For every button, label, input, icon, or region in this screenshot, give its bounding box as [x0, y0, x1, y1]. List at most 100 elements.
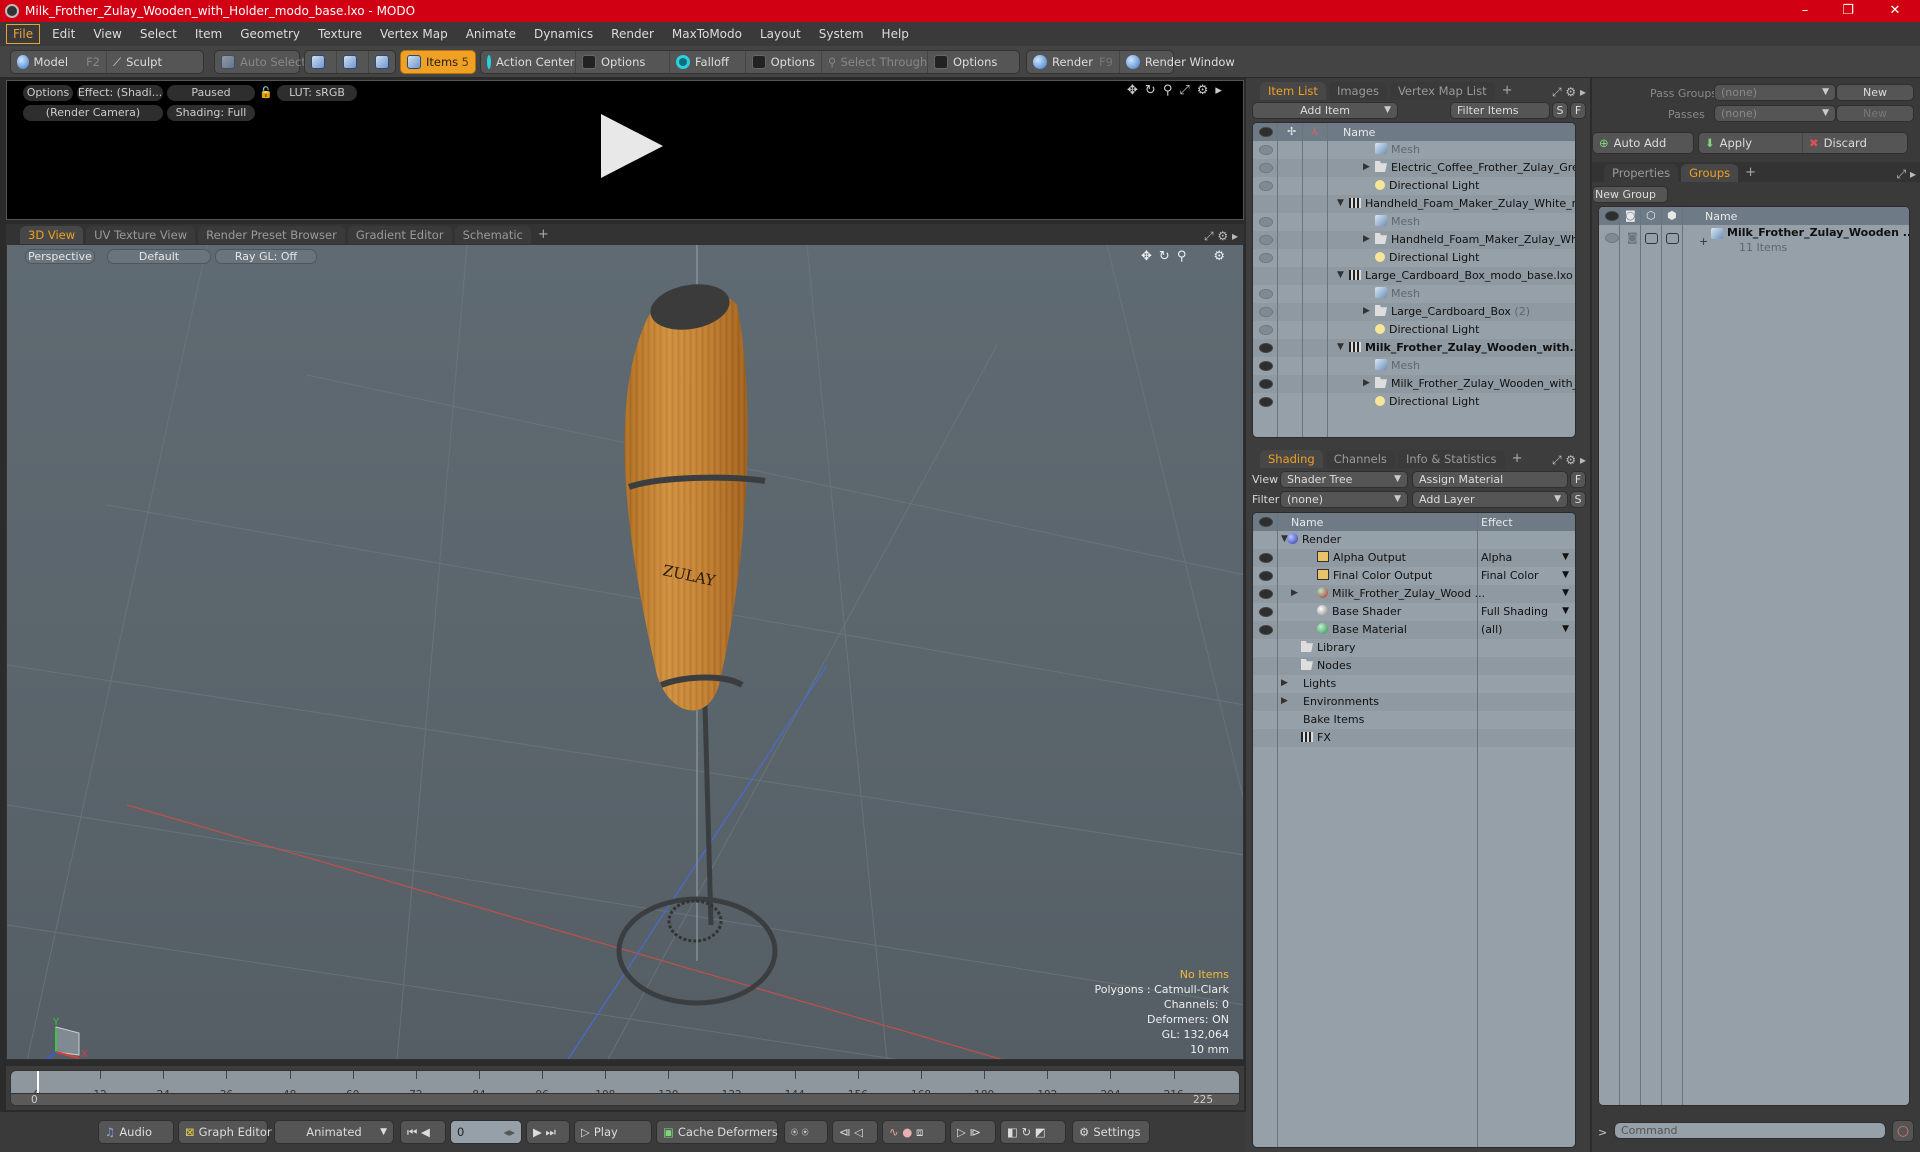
action-center-options-button[interactable]: Options [576, 51, 670, 73]
next-key-buttons[interactable]: ▷ ⧐ [950, 1120, 996, 1144]
model-mode-button[interactable]: Model F2 [11, 51, 107, 73]
lut-dropdown[interactable]: LUT: sRGB [277, 85, 357, 101]
assign-material-button[interactable]: Assign Material [1412, 471, 1568, 488]
f-button[interactable]: F [1570, 102, 1586, 119]
discard-button[interactable]: ✖ Discard [1803, 136, 1867, 150]
expand-arrow-icon[interactable]: ▶ [1363, 306, 1370, 316]
vertices-mode-button[interactable] [305, 51, 337, 73]
render-window-button[interactable]: Render Window [1120, 51, 1241, 73]
loop-buttons[interactable]: ◧ ↻ ◩ [1000, 1120, 1066, 1144]
pass-groups-dropdown[interactable]: (none) ▼ [1714, 84, 1836, 101]
visibility-toggle[interactable] [1259, 307, 1273, 317]
shader-row[interactable]: Final Color Output Final Color ▼ [1253, 567, 1575, 585]
expand-arrow-icon[interactable]: ▶ [1281, 696, 1288, 706]
camera-dropdown[interactable]: (Render Camera) [23, 105, 163, 121]
locator-column-icon[interactable]: ⅄ [1311, 125, 1318, 138]
prev-key-icon[interactable]: ⧏ [839, 1125, 851, 1139]
record-icon[interactable]: ● [902, 1125, 912, 1139]
name-column-header[interactable]: Name [1291, 516, 1323, 529]
orbit-icon[interactable]: ↻ [1159, 249, 1170, 264]
animated-dropdown[interactable]: Animated ▼ [274, 1120, 394, 1144]
visibility-toggle[interactable] [1259, 589, 1273, 599]
visibility-toggle[interactable] [1259, 253, 1273, 263]
visibility-toggle[interactable] [1259, 571, 1273, 581]
visibility-toggle[interactable] [1259, 379, 1273, 389]
frame-input[interactable]: 0 ◂▸ [450, 1120, 522, 1144]
maximize-button[interactable]: ❐ [1828, 0, 1868, 22]
select-through-options-button[interactable]: Options [928, 51, 1003, 73]
play-preview-button[interactable] [601, 114, 663, 178]
lock-icon[interactable]: 🔓 [259, 85, 273, 101]
shader-row[interactable]: Bake Items [1253, 711, 1575, 729]
tab-info-statistics[interactable]: Info & Statistics [1397, 450, 1505, 468]
menu-edit[interactable]: Edit [46, 25, 81, 43]
shader-row[interactable]: Base Material (all) ▼ [1253, 621, 1575, 639]
expand-arrow-icon[interactable]: ▶ [1281, 678, 1288, 688]
tab-groups[interactable]: Groups [1681, 164, 1739, 182]
jump-end-buttons[interactable]: ▶ ⏭ [526, 1120, 570, 1144]
render-column-icon[interactable]: ◙ [1625, 209, 1636, 222]
key-down-icon[interactable]: ⍟ [802, 1125, 809, 1140]
menu-item[interactable]: Item [189, 25, 228, 43]
add-layer-dropdown[interactable]: Add Layer ▼ [1412, 491, 1568, 508]
falloff-button[interactable]: Falloff [670, 51, 746, 73]
shader-row[interactable]: Library [1253, 639, 1575, 657]
s-button[interactable]: S [1570, 491, 1586, 508]
preview-options-button[interactable]: Options [23, 85, 73, 101]
items-mode-button[interactable]: Items 5 [400, 50, 476, 74]
viewport-gear-icon[interactable]: ⚙ [1213, 249, 1225, 264]
visibility-toggle[interactable] [1259, 361, 1273, 371]
shader-row[interactable]: ▶ Lights [1253, 675, 1575, 693]
tab-channels[interactable]: Channels [1325, 450, 1395, 468]
close-button[interactable]: ✕ [1875, 0, 1915, 22]
panel-controls[interactable]: ⤢ ⚙ ▸ [1552, 85, 1590, 100]
filter-dropdown[interactable]: (none) ▼ [1280, 491, 1408, 508]
square-key-icon[interactable]: ◩ [1035, 1125, 1046, 1139]
chevron-down-icon[interactable]: ▼ [1562, 552, 1569, 562]
cube-key-icon[interactable]: ◧ [1007, 1125, 1018, 1139]
style-dropdown[interactable]: Default [107, 249, 211, 264]
filter-items-input[interactable]: Filter Items [1450, 102, 1550, 119]
menu-texture[interactable]: Texture [312, 25, 368, 43]
shader-row[interactable]: Nodes [1253, 657, 1575, 675]
panel-controls[interactable]: ⤢ ▸ [1897, 167, 1920, 182]
graph-editor-button[interactable]: ⊠ Graph Editor [178, 1120, 272, 1144]
group-lock-checkbox[interactable] [1645, 233, 1658, 244]
auto-add-button[interactable]: ⊕ Auto Add [1592, 132, 1694, 154]
menu-dynamics[interactable]: Dynamics [528, 25, 599, 43]
prev-key2-icon[interactable]: ◁ [854, 1125, 863, 1139]
viewport-panel-controls[interactable]: ⤢ ⚙ ▸ [1204, 229, 1244, 244]
record-macro-button[interactable]: ○ [1892, 1120, 1914, 1142]
tab-render-preset-browser[interactable]: Render Preset Browser [198, 226, 345, 244]
visibility-toggle[interactable] [1259, 343, 1273, 353]
record-buttons[interactable]: ∿ ● ⧈ [882, 1120, 946, 1144]
visibility-toggle[interactable] [1259, 325, 1273, 335]
skip-start-icon[interactable]: ⏮ [407, 1125, 417, 1140]
cache-deformers-button[interactable]: ▣ Cache Deformers [656, 1120, 778, 1144]
new-pass-button[interactable]: New [1836, 105, 1914, 122]
shader-row[interactable]: FX [1253, 729, 1575, 747]
tab-vertex-map-list[interactable]: Vertex Map List [1389, 82, 1495, 100]
lock-column-icon[interactable]: ⬡ [1646, 209, 1656, 222]
shader-row[interactable]: ▶ Milk_Frother_Zulay_Wood ... ▼ [1253, 585, 1575, 603]
key-buttons[interactable]: ⍟ ⍟ [784, 1120, 828, 1144]
pan-icon[interactable]: ✥ [1141, 249, 1152, 264]
command-input[interactable]: Command [1614, 1122, 1886, 1139]
falloff-options-button[interactable]: Options [746, 51, 822, 73]
expand-arrow-icon[interactable]: ▶ [1363, 162, 1370, 172]
effect-dropdown[interactable]: Effect: (Shadi... [77, 85, 163, 101]
visibility-column-icon[interactable] [1259, 517, 1273, 527]
add-tab-button[interactable]: + [534, 226, 553, 244]
timeline-ruler[interactable]: 0122436486072849610812013214415616818019… [10, 1070, 1240, 1106]
menu-view[interactable]: View [87, 25, 127, 43]
tab-item-list[interactable]: Item List [1260, 82, 1326, 100]
chevron-down-icon[interactable]: ▼ [1562, 588, 1569, 598]
select-column-icon[interactable]: ⬢ [1667, 209, 1677, 222]
tab-shading[interactable]: Shading [1260, 450, 1323, 468]
tab-3d-view[interactable]: 3D View [20, 226, 84, 244]
timeline[interactable]: 0122436486072849610812013214415616818019… [6, 1066, 1244, 1110]
shader-row[interactable]: Alpha Output Alpha ▼ [1253, 549, 1575, 567]
tab-schematic[interactable]: Schematic [454, 226, 531, 244]
action-center-button[interactable]: Action Center [481, 51, 576, 73]
effect-value[interactable]: Alpha [1481, 551, 1512, 564]
